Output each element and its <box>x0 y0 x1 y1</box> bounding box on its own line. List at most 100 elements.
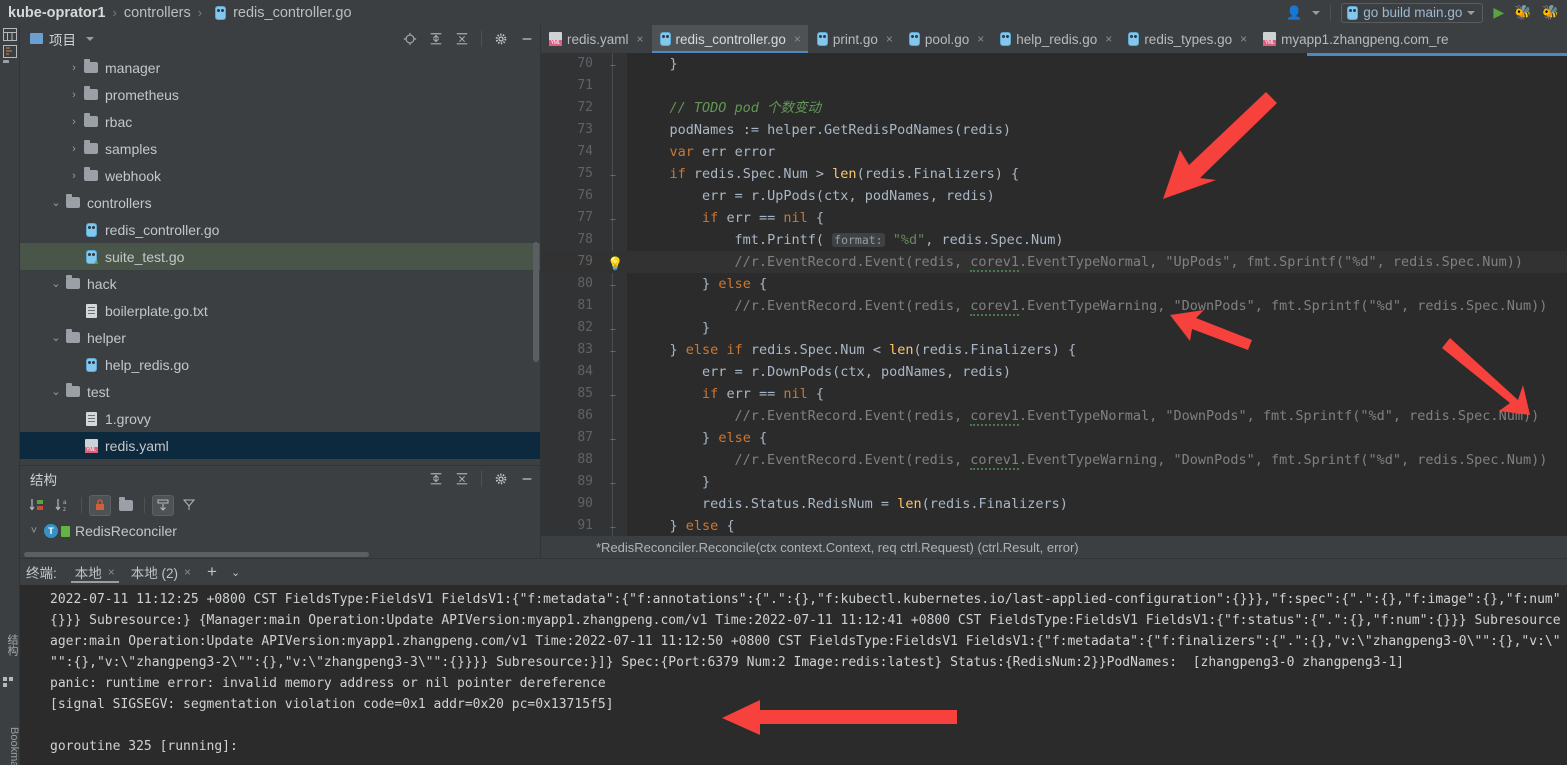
structure-item-redisreconciler[interactable]: ˅ T RedisReconciler <box>20 518 540 544</box>
project-tool-icon[interactable] <box>3 28 17 42</box>
editor-tab-redis-controller-go[interactable]: redis_controller.go × <box>651 25 809 53</box>
tree-node-controllers[interactable]: ⌄ controllers <box>20 189 540 216</box>
close-icon[interactable]: × <box>108 565 115 579</box>
tree-node-hack[interactable]: ⌄ hack <box>20 270 540 297</box>
code-line-74[interactable]: 74 var err error <box>541 141 1567 163</box>
fold-toggle-icon[interactable]: ⚊ <box>607 323 619 333</box>
tree-node-1-grovy[interactable]: 1.grovy <box>20 405 540 432</box>
fold-toggle-icon[interactable]: ⚊ <box>607 345 619 355</box>
code-line-71[interactable]: 71 <box>541 75 1567 97</box>
minimize-icon[interactable] <box>520 472 534 486</box>
code-line-77[interactable]: 77 ⚊ if err == nil { <box>541 207 1567 229</box>
run-with-coverage-icon[interactable]: 🐝 <box>1542 4 1559 21</box>
editor-tab-myapp1-zhangpeng-com-re[interactable]: YML myapp1.zhangpeng.com_re <box>1255 25 1457 53</box>
chevron-right-icon[interactable]: › <box>66 62 82 74</box>
chevron-down-icon[interactable]: ⌄ <box>48 277 64 290</box>
structure-tool-button[interactable]: 结构 <box>0 625 20 665</box>
sort-by-visibility-icon[interactable] <box>26 495 48 516</box>
run-configuration-selector[interactable]: go build main.go <box>1341 2 1484 23</box>
code-editor[interactable]: 70 ⚊ } 71 72 // TODO pod 个数变动 73 podNames :=… <box>541 53 1567 536</box>
editor-breadcrumb[interactable]: *RedisReconciler.Reconcile(ctx context.C… <box>541 536 1567 558</box>
editor-tab-help-redis-go[interactable]: help_redis.go × <box>992 25 1121 53</box>
tree-node-suite-test-go[interactable]: suite_test.go <box>20 243 540 270</box>
commit-tool-icon[interactable] <box>3 45 17 59</box>
tree-node-redis-controller-go[interactable]: redis_controller.go <box>20 216 540 243</box>
close-icon[interactable]: × <box>1105 32 1112 46</box>
terminal-tab-local-2[interactable]: 本地 (2) × <box>123 559 199 585</box>
chevron-down-icon[interactable]: ⌄ <box>48 196 64 209</box>
fold-toggle-icon[interactable]: ⚊ <box>607 477 619 487</box>
account-chevron-down-icon[interactable] <box>1312 10 1321 15</box>
chevron-right-icon[interactable]: › <box>66 89 82 101</box>
close-icon[interactable]: × <box>794 32 801 46</box>
code-line-80[interactable]: 80 ⚊ } else { <box>541 273 1567 295</box>
code-line-89[interactable]: 89 ⚊ } <box>541 471 1567 493</box>
tree-node-webhook[interactable]: › webhook <box>20 162 540 189</box>
code-line-70[interactable]: 70 ⚊ } <box>541 53 1567 75</box>
chevron-down-icon[interactable]: ˅ <box>26 525 42 537</box>
code-line-85[interactable]: 85 ⚊ if err == nil { <box>541 383 1567 405</box>
fold-toggle-icon[interactable]: ⚊ <box>607 433 619 443</box>
tree-node-redis-yaml[interactable]: YML redis.yaml <box>20 432 540 459</box>
code-line-72[interactable]: 72 // TODO pod 个数变动 <box>541 97 1567 119</box>
structure-horizontal-scrollbar[interactable] <box>24 552 369 557</box>
gear-icon[interactable] <box>494 472 508 486</box>
show-inherited-icon[interactable] <box>152 494 174 516</box>
code-content[interactable]: 70 ⚊ } 71 72 // TODO pod 个数变动 73 podNames :=… <box>541 53 1567 536</box>
bookmarks-tool-button[interactable]: Bookmarks <box>0 725 20 765</box>
tree-node-helper[interactable]: ⌄ helper <box>20 324 540 351</box>
tree-node-boilerplate-go-txt[interactable]: boilerplate.go.txt <box>20 297 540 324</box>
fold-toggle-icon[interactable]: ⚊ <box>607 389 619 399</box>
close-icon[interactable]: × <box>1240 32 1247 46</box>
tree-node-test[interactable]: ⌄ test <box>20 378 540 405</box>
show-fields-icon[interactable] <box>115 495 137 516</box>
code-line-91[interactable]: 91 ⚊ } else { <box>541 515 1567 536</box>
close-icon[interactable]: × <box>184 565 191 579</box>
folder-icon[interactable] <box>3 63 17 77</box>
code-line-78[interactable]: 78 fmt.Printf( format: "%d", redis.Spec.… <box>541 229 1567 251</box>
code-line-76[interactable]: 76 err = r.UpPods(ctx, podNames, redis) <box>541 185 1567 207</box>
chevron-right-icon[interactable]: › <box>66 116 82 128</box>
run-icon[interactable]: ▶ <box>1493 4 1504 21</box>
breadcrumb-project[interactable]: kube-oprator1 <box>8 5 106 21</box>
chevron-down-icon[interactable]: ⌄ <box>48 385 64 398</box>
code-line-82[interactable]: 82 ⚊ } <box>541 317 1567 339</box>
fold-toggle-icon[interactable]: ⚊ <box>607 279 619 289</box>
new-terminal-tab-button[interactable]: + <box>199 562 225 582</box>
code-line-87[interactable]: 87 ⚊ } else { <box>541 427 1567 449</box>
tree-node-samples[interactable]: › samples <box>20 135 540 162</box>
project-tree-scrollbar[interactable] <box>533 242 539 362</box>
debug-icon[interactable]: 🐝 <box>1514 4 1531 21</box>
fold-toggle-icon[interactable]: ⚊ <box>607 59 619 69</box>
tree-node-help-redis-go[interactable]: help_redis.go <box>20 351 540 378</box>
editor-tab-redis-yaml[interactable]: YML redis.yaml × <box>541 25 652 53</box>
chevron-down-icon[interactable]: ⌄ <box>48 331 64 344</box>
locate-icon[interactable] <box>403 32 417 46</box>
sort-alphabetically-icon[interactable]: az <box>52 495 74 516</box>
show-anonymous-icon[interactable] <box>178 495 200 516</box>
code-line-79[interactable]: 79 💡 //r.EventRecord.Event(redis, corev1.… <box>541 251 1567 273</box>
editor-tab-pool-go[interactable]: pool.go × <box>901 25 993 53</box>
chevron-down-icon[interactable]: ⌄ <box>225 566 246 579</box>
code-line-84[interactable]: 84 err = r.DownPods(ctx, podNames, redis… <box>541 361 1567 383</box>
project-file-tree[interactable]: › manager › prometheus › rbac › samples › webhook… <box>20 52 540 465</box>
code-line-81[interactable]: 81 //r.EventRecord.Event(redis, corev1.E… <box>541 295 1567 317</box>
gear-icon[interactable] <box>494 32 508 46</box>
editor-tab-print-go[interactable]: print.go × <box>809 25 901 53</box>
code-line-86[interactable]: 86 //r.EventRecord.Event(redis, corev1.E… <box>541 405 1567 427</box>
show-non-public-icon[interactable] <box>89 494 111 516</box>
close-icon[interactable]: × <box>886 32 893 46</box>
tree-node-rbac[interactable]: › rbac <box>20 108 540 135</box>
code-line-75[interactable]: 75 ⚊ if redis.Spec.Num > len(redis.Finali… <box>541 163 1567 185</box>
minimize-icon[interactable] <box>520 32 534 46</box>
collapse-all-icon[interactable] <box>455 32 469 46</box>
breadcrumb-folder[interactable]: controllers <box>124 5 191 21</box>
tree-node-prometheus[interactable]: › prometheus <box>20 81 540 108</box>
collapse-all-icon[interactable] <box>455 472 469 486</box>
code-line-90[interactable]: 90 redis.Status.RedisNum = len(redis.Fin… <box>541 493 1567 515</box>
fold-toggle-icon[interactable]: ⚊ <box>607 213 619 223</box>
chevron-right-icon[interactable]: › <box>66 170 82 182</box>
expand-all-icon[interactable] <box>429 32 443 46</box>
project-view-chevron-down-icon[interactable] <box>86 36 94 41</box>
code-line-73[interactable]: 73 podNames := helper.GetRedisPodNames(r… <box>541 119 1567 141</box>
